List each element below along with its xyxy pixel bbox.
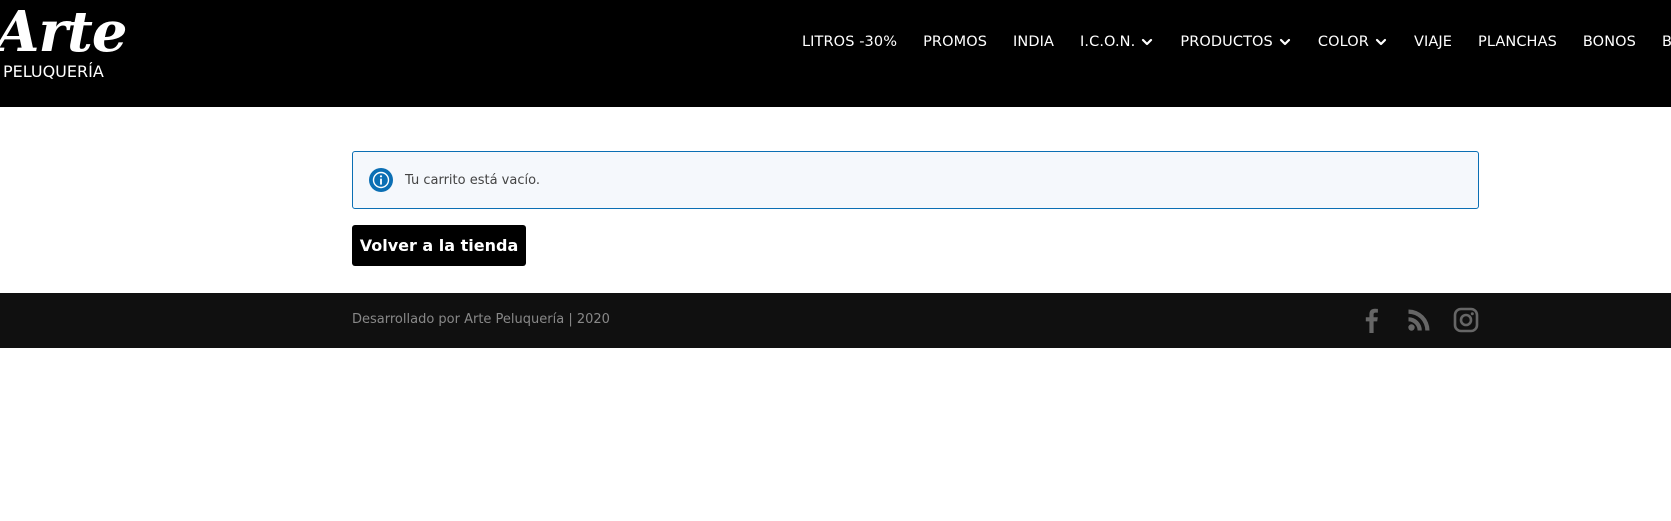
nav-item-color[interactable]: COLOR (1318, 34, 1388, 50)
nav-item-bonos[interactable]: BONOS (1583, 34, 1636, 50)
cart-empty-notice: Tu carrito está vacío. (352, 151, 1479, 209)
footer-credit: Desarrollado por Arte Peluquería | 2020 (352, 312, 610, 327)
nav-item-litros[interactable]: LITROS -30% (802, 34, 897, 50)
rss-icon[interactable] (1405, 306, 1433, 334)
nav-item-label: LITROS -30% (802, 34, 898, 50)
chevron-down-icon (1374, 35, 1388, 49)
nav-item-label: BONOS (1582, 34, 1636, 50)
nav-item-label: INDIA (1013, 34, 1055, 50)
nav-item-india[interactable]: INDIA (1013, 34, 1054, 50)
nav-item-label: BL (1661, 34, 1671, 50)
nav-item-planchas[interactable]: PLANCHAS (1478, 34, 1557, 50)
nav-item-label: PLANCHAS (1478, 34, 1557, 50)
notice-text: Tu carrito está vacío. (405, 172, 540, 188)
logo-subtitle: PELUQUERÍA (3, 62, 104, 81)
nav-item-productos[interactable]: PRODUCTOS (1180, 34, 1292, 50)
site-footer: Desarrollado por Arte Peluquería | 2020 (0, 293, 1671, 348)
nav-item-blog[interactable]: BL (1662, 34, 1671, 50)
nav-item-label: COLOR (1317, 34, 1369, 50)
main-nav: LITROS -30% PROMOS INDIA I.C.O.N. PRODUC… (802, 31, 1671, 53)
info-icon (369, 168, 393, 192)
chevron-down-icon (1278, 35, 1292, 49)
chevron-down-icon (1140, 35, 1154, 49)
site-logo[interactable]: Arte PELUQUERÍA (0, 0, 127, 82)
facebook-icon[interactable] (1358, 306, 1386, 334)
nav-item-label: PRODUCTOS (1180, 34, 1273, 50)
nav-item-promos[interactable]: PROMOS (923, 34, 987, 50)
nav-item-icon[interactable]: I.C.O.N. (1080, 34, 1154, 50)
nav-item-label: VIAJE (1413, 34, 1453, 50)
site-header: Arte PELUQUERÍA LITROS -30% PROMOS INDIA… (0, 0, 1671, 107)
nav-item-label: PROMOS (923, 34, 988, 50)
logo-title: Arte (0, 0, 127, 65)
return-to-shop-button[interactable]: Volver a la tienda (352, 225, 526, 266)
instagram-icon[interactable] (1452, 306, 1480, 334)
nav-item-label: I.C.O.N. (1080, 34, 1136, 50)
nav-item-viaje[interactable]: VIAJE (1414, 34, 1452, 50)
